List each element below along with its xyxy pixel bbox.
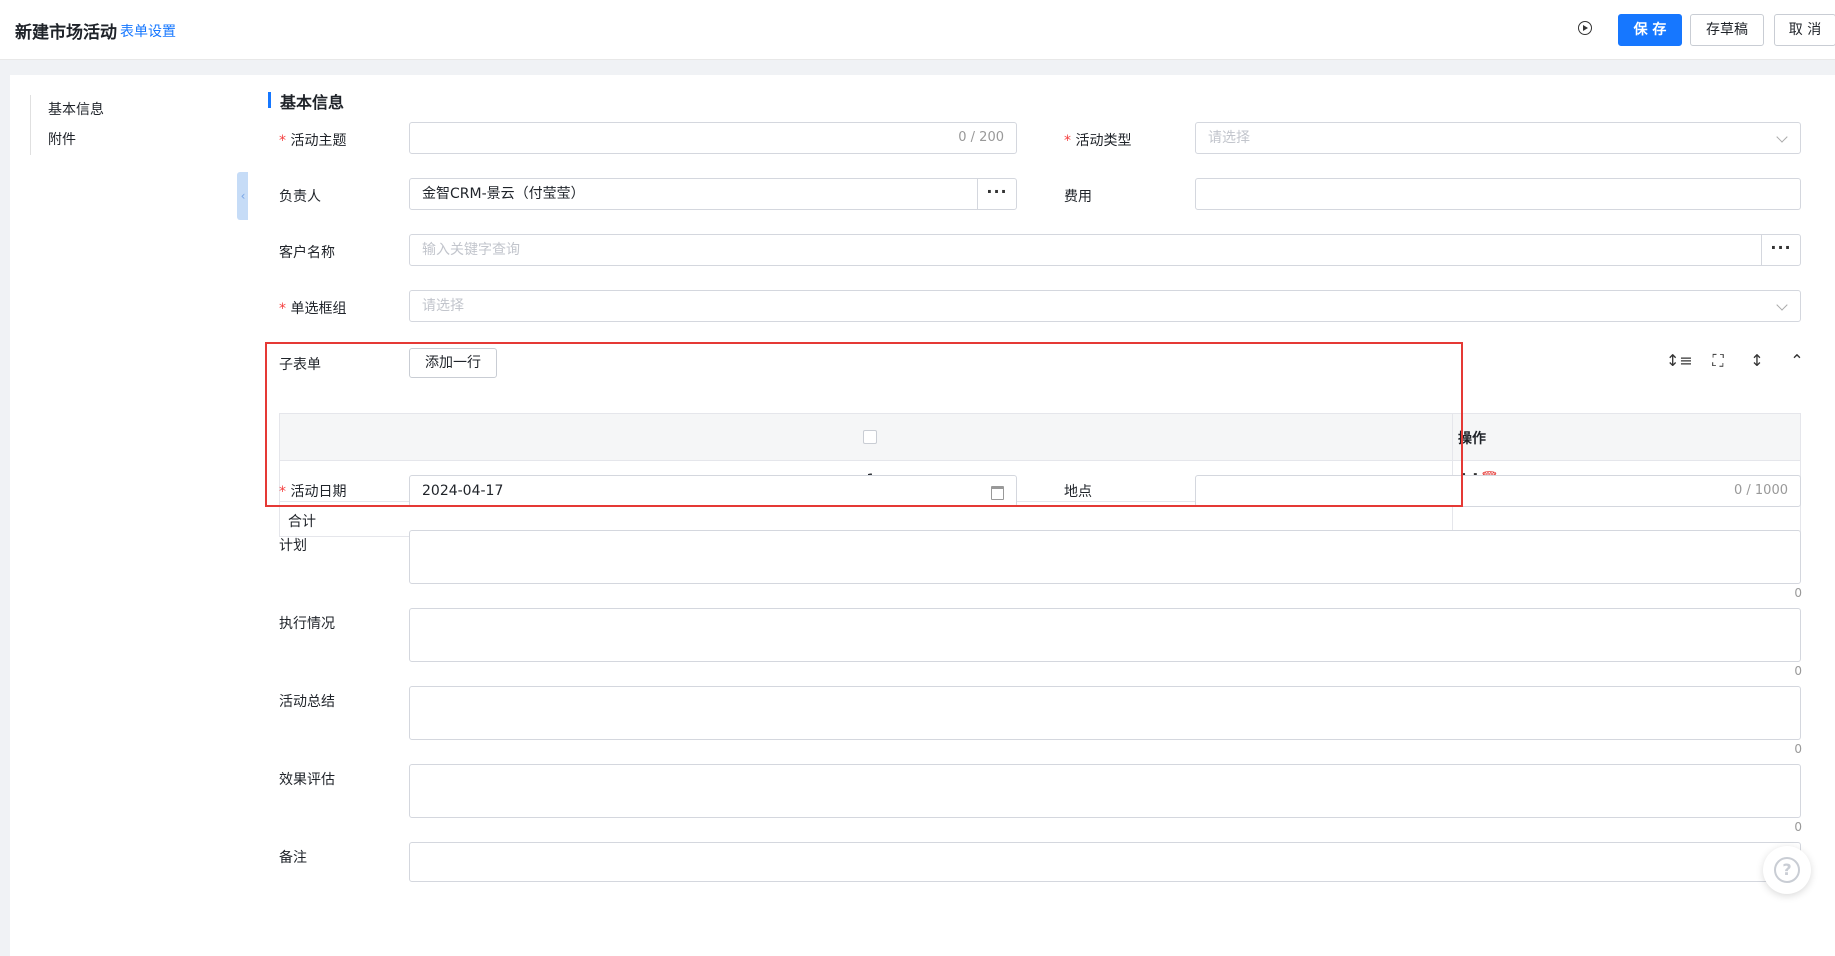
chevron-down-icon [1776, 299, 1788, 311]
location-input[interactable]: 0 / 1000 [1195, 475, 1801, 507]
cost-input[interactable] [1195, 178, 1801, 210]
location-counter: 0 / 1000 [1734, 483, 1788, 498]
customer-picker-more-icon[interactable]: ··· [1761, 235, 1800, 265]
radio-group-placeholder: 请选择 [422, 298, 464, 314]
form-panel: 基本信息 活动主题 0 / 200 活动类型 请选择 负责人 金智CRM-景云（… [248, 75, 1835, 956]
top-bar: 新建市场活动 表单设置 保 存 存草稿 取 消 [0, 0, 1835, 60]
radio-group-label: 单选框组 [279, 298, 346, 318]
customer-input[interactable]: 输入关键字查询 ··· [409, 234, 1801, 266]
radio-group-select[interactable]: 请选择 [409, 290, 1801, 322]
remark-label: 备注 [279, 850, 307, 866]
play-circle-icon[interactable] [1578, 21, 1592, 35]
date-value: 2024-04-17 [422, 483, 504, 499]
evaluation-label: 效果评估 [279, 772, 335, 788]
help-icon: ? [1774, 857, 1800, 883]
execution-label: 执行情况 [279, 616, 335, 632]
type-placeholder: 请选择 [1208, 130, 1250, 146]
execution-counter: 0 [1794, 664, 1802, 678]
evaluation-counter: 0 [1794, 820, 1802, 834]
customer-placeholder: 输入关键字查询 [422, 242, 520, 258]
summary-counter: 0 [1794, 742, 1802, 756]
plan-counter: 0 [1794, 586, 1802, 600]
calendar-icon [991, 486, 1004, 500]
page-title: 新建市场活动 [15, 23, 117, 43]
remark-textarea[interactable] [409, 842, 1801, 882]
operations-header: 操作 [1458, 431, 1486, 447]
sidebar-nav: 基本信息 附件 [30, 95, 104, 155]
section-title: 基本信息 [267, 89, 344, 113]
select-all-checkbox[interactable] [863, 430, 877, 444]
owner-picker-more-icon[interactable]: ··· [977, 179, 1016, 209]
execution-textarea[interactable]: 0 [409, 608, 1802, 678]
customer-label: 客户名称 [279, 245, 335, 261]
table-header: 操作 [279, 413, 1801, 461]
save-draft-button[interactable]: 存草稿 [1690, 14, 1764, 46]
plan-textarea[interactable]: 0 [409, 530, 1802, 600]
sidebar-item-attachments[interactable]: 附件 [48, 125, 104, 155]
chevron-down-icon [1776, 131, 1788, 143]
sidebar: 基本信息 附件 [10, 75, 248, 956]
type-select[interactable]: 请选择 [1195, 122, 1801, 154]
date-label: 活动日期 [279, 481, 346, 501]
subject-input[interactable]: 0 / 200 [409, 122, 1017, 154]
sidebar-item-basic-info[interactable]: 基本信息 [48, 95, 104, 125]
save-button[interactable]: 保 存 [1618, 14, 1682, 46]
cost-label: 费用 [1064, 189, 1092, 205]
owner-label: 负责人 [279, 189, 321, 205]
plan-label: 计划 [279, 538, 307, 554]
date-picker[interactable]: 2024-04-17 [409, 475, 1017, 507]
subject-counter: 0 / 200 [958, 130, 1004, 145]
summary-textarea[interactable]: 0 [409, 686, 1802, 756]
chevron-left-icon: ‹ [240, 189, 246, 203]
subject-label: 活动主题 [279, 130, 346, 150]
summary-label: 活动总结 [279, 694, 335, 710]
type-label: 活动类型 [1064, 130, 1131, 150]
location-label: 地点 [1064, 484, 1092, 500]
evaluation-textarea[interactable]: 0 [409, 764, 1802, 834]
owner-value: 金智CRM-景云（付莹莹） [422, 186, 585, 202]
form-settings-link[interactable]: 表单设置 [120, 21, 176, 41]
total-label: 合计 [288, 514, 316, 530]
owner-input[interactable]: 金智CRM-景云（付莹莹） ··· [409, 178, 1017, 210]
cancel-button[interactable]: 取 消 [1774, 14, 1835, 46]
help-button[interactable]: ? [1763, 846, 1811, 894]
